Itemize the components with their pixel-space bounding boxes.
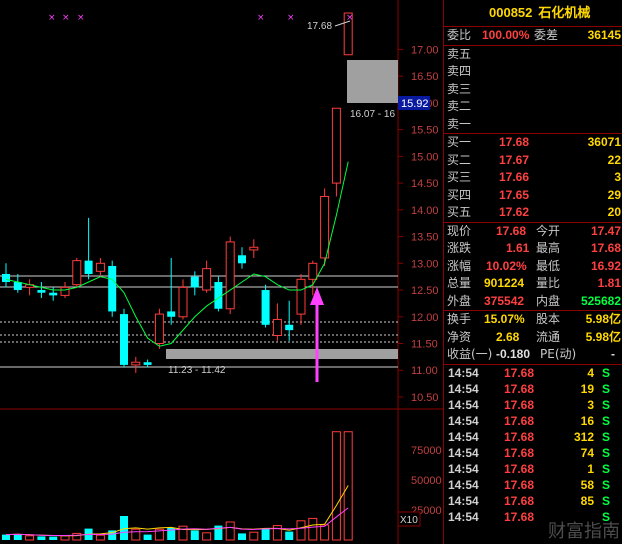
volume-multiplier: X10 xyxy=(400,515,418,526)
low-range-label: 11.23 - 11.42 xyxy=(168,365,226,376)
volume-bar xyxy=(331,431,341,541)
bid-row[interactable]: 买五 17.62 20 xyxy=(444,204,622,222)
stock-name: 石化机械 xyxy=(538,6,591,21)
weibi-value: 100.00% xyxy=(482,28,530,42)
bid-row[interactable]: 买二 17.67 22 xyxy=(444,152,622,170)
volume-axis: 750005000025000 xyxy=(411,445,442,517)
watermark-logo: 财富指南 xyxy=(548,521,620,542)
tick-row: 14:54 17.68 3 S xyxy=(448,397,611,412)
tick-row: 14:54 17.68 4 S xyxy=(448,365,611,380)
volume-bar xyxy=(308,517,318,541)
current-price-label: 15.92 xyxy=(401,98,429,110)
candle xyxy=(108,260,117,317)
candle xyxy=(120,308,128,368)
quote-row: 外盘 375542 内盘 525682 xyxy=(444,293,622,311)
quote-panel: 000852 石化机械 委比 100.00% 委差 36145 卖五 卖四 卖三 … xyxy=(443,0,622,544)
price-tick-label: 13.50 xyxy=(411,232,439,244)
price-tick-label: 12.00 xyxy=(411,312,439,324)
high-label: 17.68 xyxy=(307,21,332,32)
price-tick-label: 17.00 xyxy=(411,44,439,56)
volume-bar xyxy=(261,528,270,540)
price-tick-label: 13.00 xyxy=(411,258,439,270)
volume-bar xyxy=(225,521,235,541)
volume-bar xyxy=(178,525,188,541)
volume-bar xyxy=(95,534,105,541)
quote-row: 总量 901224 量比 1.81 xyxy=(447,276,621,290)
quote-row: 涨幅 10.02% 最低 16.92 xyxy=(447,258,621,273)
volume-bar xyxy=(60,535,70,541)
volume-bar xyxy=(143,534,152,540)
volume-bar xyxy=(296,520,306,541)
weibi-row: 委比 100.00% 委差 36145 xyxy=(444,27,622,46)
gap-box-low xyxy=(166,349,398,359)
volume-bar xyxy=(25,535,35,541)
quote-row: 现价 17.68 今开 17.47 xyxy=(447,223,621,238)
ask-row[interactable]: 卖五 xyxy=(444,46,622,64)
candle xyxy=(320,188,330,266)
price-tick-label: 16.50 xyxy=(411,71,439,83)
volume-bar xyxy=(272,525,282,541)
volume-bar xyxy=(131,528,141,541)
price-tick-label: 11.50 xyxy=(411,339,438,351)
volume-bar xyxy=(37,536,46,540)
volume-bar xyxy=(320,524,330,541)
stock-header: 000852 石化机械 xyxy=(444,0,622,27)
ask-list: 卖五 卖四 卖三 卖二 卖一 xyxy=(444,46,622,134)
price-tick-label: 10.50 xyxy=(411,392,439,404)
tick-row: 14:54 17.68 16 S xyxy=(448,413,611,428)
volume-bar xyxy=(2,534,10,540)
candle xyxy=(225,236,235,315)
gap-label: 16.07 - 16 xyxy=(350,109,395,120)
quote-row: 收益(一) -0.180 PE(动) - xyxy=(447,347,615,361)
kline-chart[interactable]: 17.0016.5016.0015.5015.0014.5014.0013.50… xyxy=(0,0,443,544)
price-tick-label: 14.50 xyxy=(411,178,439,190)
volume-bar xyxy=(249,531,259,541)
price-tick-label: 15.00 xyxy=(411,151,439,163)
bid-row[interactable]: 买一 17.68 36071 xyxy=(444,134,622,152)
volume-bar xyxy=(238,533,246,540)
quote-row: 换手 15.07% 股本 5.98亿 xyxy=(447,312,621,326)
stock-code: 000852 xyxy=(489,5,533,20)
tick-row: 14:54 17.68 74 S xyxy=(448,445,611,460)
svg-text:×: × xyxy=(62,13,70,23)
price-tick-label: 12.50 xyxy=(411,285,439,297)
tick-list[interactable]: 14:54 17.68 4 S 14:54 17.68 19 S 14:54 17.68 3 S 14:… xyxy=(444,365,622,525)
volume-bar xyxy=(72,532,82,541)
volume-tick-label: 50000 xyxy=(411,475,442,487)
candle xyxy=(154,308,164,349)
candle xyxy=(331,107,341,197)
gap-box-high xyxy=(347,60,398,103)
bid-row[interactable]: 买三 17.66 3 xyxy=(444,169,622,187)
volume-bar xyxy=(49,536,58,540)
candle xyxy=(261,284,270,328)
tick-row: 14:54 17.68 85 S xyxy=(448,493,611,508)
ask-row[interactable]: 卖四 xyxy=(444,63,622,81)
bid-row[interactable]: 买四 17.65 29 xyxy=(444,187,622,205)
quote-table: 现价 17.68 今开 17.47 涨跌 1.61 最高 17.68 涨幅 10.02% 最低 1… xyxy=(444,223,622,365)
volume-tick-label: 75000 xyxy=(411,445,442,457)
volume-bar xyxy=(202,532,212,541)
ask-row[interactable]: 卖二 xyxy=(444,98,622,116)
quote-row: 涨跌 1.61 最高 17.68 xyxy=(447,241,621,255)
volume-bar xyxy=(285,531,294,540)
candle xyxy=(72,257,82,288)
tick-row: 14:54 17.68 58 S xyxy=(448,477,611,492)
price-tick-label: 11.00 xyxy=(411,365,438,377)
bid-list: 买一 17.68 36071 买二 17.67 22 买三 17.66 3 买四 17.65 2… xyxy=(444,134,622,223)
ask-row[interactable]: 卖三 xyxy=(444,81,622,99)
svg-text:×: × xyxy=(257,13,265,23)
quote-row: 净资 2.68 流通 5.98亿 xyxy=(447,329,621,344)
price-tick-label: 15.50 xyxy=(411,125,439,137)
tick-row: 14:54 17.68 19 S xyxy=(448,381,611,396)
ask-row[interactable]: 卖一 xyxy=(444,116,622,134)
svg-text:×: × xyxy=(287,13,295,23)
svg-text:×: × xyxy=(77,13,85,23)
tick-row: 14:54 17.68 1 S xyxy=(448,461,611,476)
volume-bar xyxy=(190,530,199,540)
volume-bar xyxy=(120,516,128,540)
price-tick-label: 14.00 xyxy=(411,205,439,217)
svg-text:×: × xyxy=(48,13,56,23)
tick-row: 14:54 17.68 312 S xyxy=(448,429,611,444)
weicha-value: 36145 xyxy=(587,28,621,42)
